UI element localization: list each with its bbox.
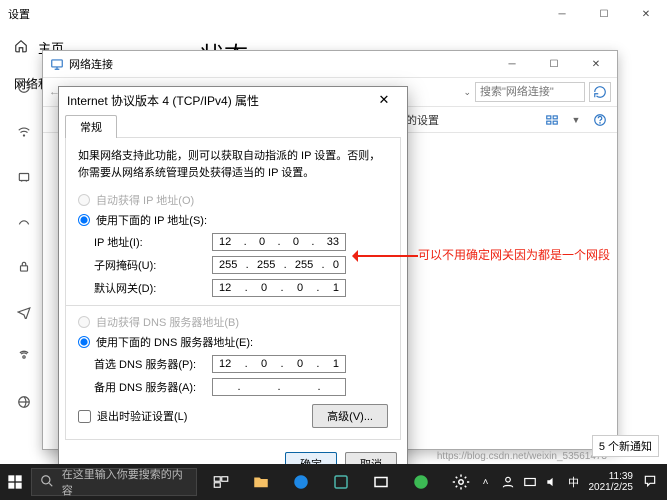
search-icon <box>40 474 54 491</box>
taskbar-app-generic[interactable] <box>365 468 397 496</box>
minimize-button[interactable]: ─ <box>541 0 583 28</box>
tray-clock[interactable]: 11:39 2021/2/25 <box>589 471 634 494</box>
radio-auto-dns-label: 自动获得 DNS 服务器地址(B) <box>96 314 239 330</box>
tray-network-icon[interactable] <box>521 473 539 491</box>
annotation-arrow <box>346 252 418 260</box>
taskbar-app-vmware[interactable] <box>325 468 357 496</box>
taskbar-app-wechat[interactable] <box>405 468 437 496</box>
taskbar: 在这里输入你要搜索的内容 ˄ 中 11:39 2021/2/25 <box>0 464 667 500</box>
input-ip-address[interactable]: 12.0.0.33 <box>212 233 346 251</box>
tray-action-center-icon[interactable] <box>639 474 661 491</box>
nc-maximize-button[interactable]: ☐ <box>533 51 575 77</box>
help-icon[interactable] <box>591 111 609 129</box>
radio-auto-ip-label: 自动获得 IP 地址(O) <box>96 192 194 208</box>
wifi-icon[interactable] <box>17 125 31 142</box>
dialog-close-button[interactable]: ✕ <box>369 89 399 111</box>
airplane-icon[interactable] <box>17 305 31 322</box>
label-gateway: 默认网关(D): <box>94 280 212 296</box>
annotation-text: 可以不用确定网关因为都是一个网段 <box>418 246 610 263</box>
taskbar-search-placeholder: 在这里输入你要搜索的内容 <box>62 466 188 498</box>
dialog-titlebar: Internet 协议版本 4 (TCP/IPv4) 属性 ✕ <box>59 87 407 113</box>
tray-ime-icon[interactable]: 中 <box>565 473 583 491</box>
notification-badge[interactable]: 5 个新通知 <box>592 435 659 457</box>
input-subnet-mask[interactable]: 255.255.255.0 <box>212 256 346 274</box>
ethernet-icon[interactable] <box>17 170 31 187</box>
label-dns-primary: 首选 DNS 服务器(P): <box>94 356 212 372</box>
checkbox-validate-label: 退出时验证设置(L) <box>97 408 187 424</box>
radio-manual-dns-label: 使用下面的 DNS 服务器地址(E): <box>96 334 253 350</box>
nc-close-button[interactable]: ✕ <box>575 51 617 77</box>
dialup-icon[interactable] <box>17 215 31 232</box>
taskbar-search[interactable]: 在这里输入你要搜索的内容 <box>31 468 197 496</box>
view-icon[interactable] <box>543 111 561 129</box>
nc-search-input[interactable] <box>475 82 585 102</box>
tray-date: 2021/2/25 <box>589 482 634 494</box>
tray-people-icon[interactable] <box>499 473 517 491</box>
input-default-gateway[interactable]: 12.0.0.1 <box>212 279 346 297</box>
tray-time: 11:39 <box>589 471 634 483</box>
radio-manual-dns[interactable]: 使用下面的 DNS 服务器地址(E): <box>78 334 388 350</box>
settings-category-icons <box>14 80 34 412</box>
refresh-icon[interactable] <box>589 82 611 102</box>
close-button[interactable]: ✕ <box>625 0 667 28</box>
input-dns-alt[interactable]: ... <box>212 378 346 396</box>
settings-titlebar: 设置 ─ ☐ ✕ <box>0 0 667 28</box>
vpn-icon[interactable] <box>17 260 31 277</box>
start-button[interactable] <box>0 464 31 500</box>
chevron-down-icon[interactable]: ⌄ <box>463 87 471 98</box>
label-subnet-mask: 子网掩码(U): <box>94 257 212 273</box>
hotspot-icon[interactable] <box>17 350 31 367</box>
input-dns-primary[interactable]: 12.0.0.1 <box>212 355 346 373</box>
nc-minimize-button[interactable]: ─ <box>491 51 533 77</box>
tray-volume-icon[interactable] <box>543 473 561 491</box>
tab-general[interactable]: 常规 <box>65 115 117 138</box>
advanced-button[interactable]: 高级(V)... <box>312 404 388 428</box>
nc-titlebar: 网络连接 ─ ☐ ✕ <box>43 51 617 77</box>
task-view-icon[interactable] <box>205 468 237 496</box>
ipv4-properties-dialog: Internet 协议版本 4 (TCP/IPv4) 属性 ✕ 常规 如果网络支… <box>58 86 408 484</box>
radio-auto-ip[interactable]: 自动获得 IP 地址(O) <box>78 192 388 208</box>
watermark: https://blog.csdn.net/weixin_53561473 <box>437 451 607 462</box>
radio-manual-ip[interactable]: 使用下面的 IP 地址(S): <box>78 212 388 228</box>
status-icon[interactable] <box>17 80 31 97</box>
radio-auto-dns: 自动获得 DNS 服务器地址(B) <box>78 314 388 330</box>
taskbar-app-settings[interactable] <box>445 468 477 496</box>
view-dropdown-icon[interactable]: ▼ <box>567 111 585 129</box>
tray-chevron-up-icon[interactable]: ˄ <box>477 473 495 491</box>
maximize-button[interactable]: ☐ <box>583 0 625 28</box>
dialog-description: 如果网络支持此功能，则可以获取自动指派的 IP 设置。否则，你需要从网络系统管理… <box>78 148 388 182</box>
taskbar-app-explorer[interactable] <box>245 468 277 496</box>
label-ip: IP 地址(I): <box>94 234 212 250</box>
settings-title: 设置 <box>8 6 30 22</box>
proxy-icon[interactable] <box>17 395 31 412</box>
radio-manual-ip-label: 使用下面的 IP 地址(S): <box>96 212 207 228</box>
checkbox-validate-on-exit[interactable] <box>78 410 91 423</box>
taskbar-app-edge[interactable] <box>285 468 317 496</box>
label-dns-alt: 备用 DNS 服务器(A): <box>94 379 212 395</box>
dialog-title: Internet 协议版本 4 (TCP/IPv4) 属性 <box>67 92 259 109</box>
nc-app-icon <box>49 56 65 72</box>
home-icon <box>14 39 28 56</box>
nc-title: 网络连接 <box>69 56 113 72</box>
